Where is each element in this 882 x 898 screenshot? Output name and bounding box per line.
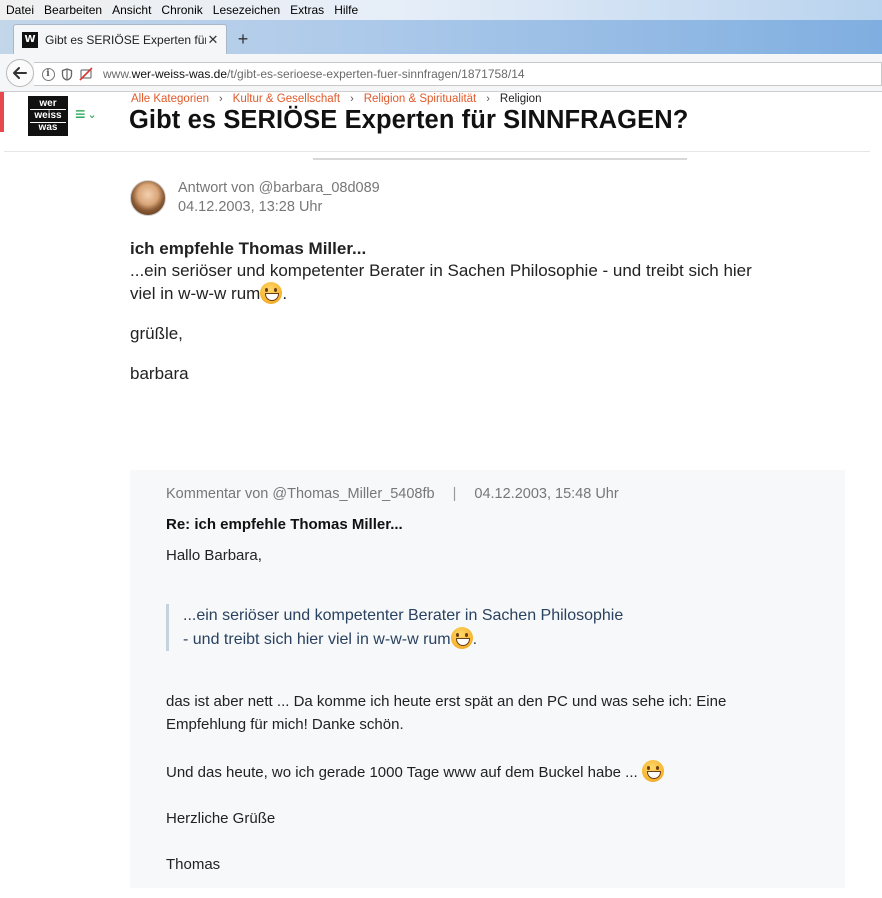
- new-tab-button[interactable]: +: [232, 28, 254, 50]
- menu-chronik[interactable]: Chronik: [156, 0, 207, 20]
- shield-icon[interactable]: [59, 66, 75, 82]
- post-line-1: ...ein seriöser und kompetenter Berater …: [130, 261, 752, 280]
- page-title: Gibt es SERIÖSE Experten für SINNFRAGEN?: [129, 106, 689, 134]
- hamburger-menu-button[interactable]: ≡ ⌄: [75, 104, 105, 124]
- close-tab-icon[interactable]: ✕: [206, 32, 220, 48]
- side-accent: [0, 92, 4, 132]
- grinning-emoji-icon: [641, 760, 664, 782]
- chevron-down-icon: ⌄: [87, 108, 97, 121]
- post-signature: barbara: [130, 364, 189, 383]
- browser-tab[interactable]: W Gibt es SERIÖSE Experten für S ✕: [13, 24, 227, 54]
- grinning-emoji-icon: [260, 282, 283, 304]
- navigation-bar: i www.wer-weiss-was.de/t/gibt-es-serioes…: [0, 54, 882, 92]
- post-body: ich empfehle Thomas Miller... ...ein ser…: [130, 238, 830, 385]
- tab-title: Gibt es SERIÖSE Experten für S: [45, 32, 206, 47]
- menu-ansicht[interactable]: Ansicht: [107, 0, 156, 20]
- breadcrumb: Alle Kategorien › Kultur & Gesellschaft …: [131, 92, 541, 106]
- comment-author[interactable]: Kommentar von @Thomas_Miller_5408fb: [166, 486, 435, 502]
- arrow-left-icon: [13, 67, 27, 79]
- comment-paragraph-1: das ist aber nett ... Da komme ich heute…: [166, 693, 727, 733]
- blocked-content-icon[interactable]: [78, 66, 94, 82]
- site-header: wer weiss was ≡ ⌄ Alle Kategorien › Kult…: [0, 92, 882, 160]
- progress-line: [313, 158, 687, 160]
- breadcrumb-religion-spiritualitaet[interactable]: Religion & Spiritualität: [364, 93, 477, 105]
- comment-signature: Thomas: [166, 856, 221, 873]
- comment-meta-separator: |: [452, 486, 457, 502]
- url-text: www.wer-weiss-was.de/t/gibt-es-serioese-…: [103, 67, 525, 81]
- info-icon[interactable]: i: [40, 66, 56, 82]
- header-divider: [4, 151, 870, 152]
- post-line-2: viel in w-w-w rum.: [130, 282, 288, 304]
- menu-hilfe[interactable]: Hilfe: [329, 0, 363, 20]
- menu-bearbeiten[interactable]: Bearbeiten: [39, 0, 107, 20]
- breadcrumb-separator-icon: ›: [486, 93, 490, 105]
- hamburger-icon: ≡: [75, 104, 86, 124]
- comment-date: 04.12.2003, 15:48 Uhr: [474, 486, 619, 502]
- menu-bar: Datei Bearbeiten Ansicht Chronik Lesezei…: [0, 0, 882, 20]
- post-subject: ich empfehle Thomas Miller...: [130, 239, 367, 258]
- post-greeting: grüßle,: [130, 324, 183, 343]
- comment: Kommentar von @Thomas_Miller_5408fb | 04.1…: [130, 470, 845, 888]
- back-button[interactable]: [6, 59, 34, 87]
- breadcrumb-religion[interactable]: Religion: [500, 93, 542, 105]
- comment-quote: ...ein seriöser und kompetenter Berater …: [166, 604, 623, 651]
- url-bar[interactable]: i www.wer-weiss-was.de/t/gibt-es-serioes…: [34, 62, 882, 86]
- menu-extras[interactable]: Extras: [285, 0, 329, 20]
- breadcrumb-separator-icon: ›: [350, 93, 354, 105]
- post-author[interactable]: Antwort von @barbara_08d089: [178, 180, 380, 196]
- menu-datei[interactable]: Datei: [0, 0, 39, 20]
- avatar[interactable]: [130, 180, 166, 216]
- comment-salutation: Hallo Barbara,: [166, 547, 262, 564]
- post-date: 04.12.2003, 13:28 Uhr: [178, 199, 323, 215]
- site-logo[interactable]: wer weiss was: [28, 96, 68, 136]
- grinning-emoji-icon: [450, 627, 473, 649]
- comment-meta: Kommentar von @Thomas_Miller_5408fb | 04.1…: [166, 486, 619, 502]
- breadcrumb-separator-icon: ›: [219, 93, 223, 105]
- comment-paragraph-2: Und das heute, wo ich gerade 1000 Tage w…: [166, 760, 664, 784]
- comment-closing: Herzliche Grüße: [166, 810, 276, 827]
- breadcrumb-kultur-gesellschaft[interactable]: Kultur & Gesellschaft: [233, 93, 340, 105]
- site-favicon-icon: W: [22, 31, 38, 48]
- comment-subject: Re: ich empfehle Thomas Miller...: [166, 516, 403, 533]
- menu-lesezeichen[interactable]: Lesezeichen: [208, 0, 285, 20]
- tab-strip: W Gibt es SERIÖSE Experten für S ✕ +: [0, 20, 882, 54]
- breadcrumb-alle-kategorien[interactable]: Alle Kategorien: [131, 93, 209, 105]
